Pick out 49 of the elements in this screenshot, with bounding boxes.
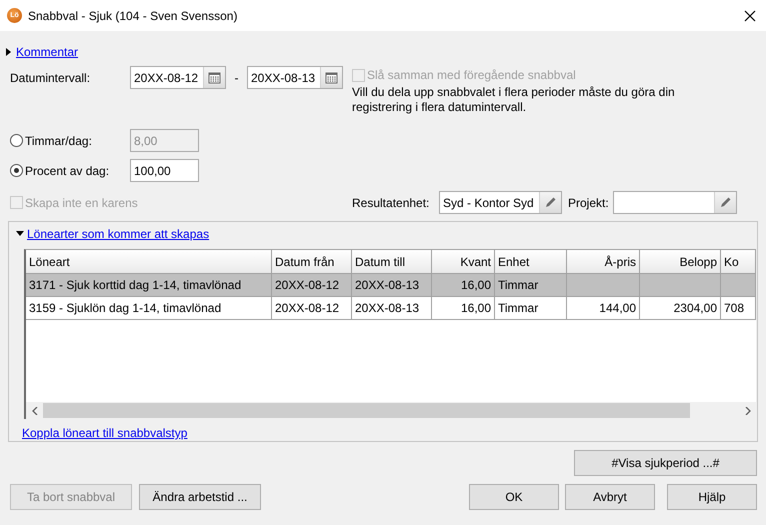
table-cell: Timmar (498, 301, 538, 315)
quantity-field[interactable]: 100,00 (130, 159, 199, 182)
table-cell: 708 (724, 301, 744, 315)
table-row[interactable]: 3171 - Sjuk korttid dag 1-14, timavlönad 20XX-08-12 20XX-08-13 16,00 Timmar (26, 274, 756, 297)
project-label: Projekt: (567, 196, 610, 210)
scrollbar-thumb[interactable] (43, 403, 690, 418)
horizontal-scrollbar[interactable] (26, 402, 756, 419)
date-separator: - (234, 70, 240, 84)
radio-label: Timmar/dag: (25, 134, 92, 148)
merge-label: Slå samman med föregående snabbval (367, 68, 576, 82)
comment-link[interactable]: Kommentar (16, 45, 78, 59)
date-interval-label: Datumintervall: (10, 70, 92, 84)
table-cell: 2304,00 (674, 301, 717, 315)
sick-period-button[interactable]: #Visa sjukperiod ...# (574, 450, 757, 476)
table-cell: 144,00 (599, 301, 636, 315)
pencil-icon (719, 196, 732, 209)
karens-label: Skapa inte en karens (25, 196, 138, 210)
calendar-icon (208, 71, 221, 84)
dialog-button[interactable]: Hjälp (667, 484, 757, 510)
dialog-button[interactable]: OK (469, 484, 559, 510)
project-field[interactable] (613, 191, 737, 214)
pencil-icon (544, 196, 557, 209)
table-cell: 3171 - Sjuk korttid dag 1-14, timavlönad (29, 278, 242, 292)
table-cell: 3159 - Sjuklön dag 1-14, timavlönad (29, 301, 222, 315)
collapse-triangle-icon[interactable] (16, 230, 24, 238)
calendar-icon (325, 71, 338, 84)
table-cell: 20XX-08-12 (275, 301, 340, 315)
salary-types-link[interactable]: Lönearter som kommer att skapas (27, 227, 210, 241)
expand-triangle-icon[interactable] (5, 48, 13, 56)
radio-label: Procent av dag: (25, 164, 110, 178)
table-cell: 16,00 (460, 278, 491, 292)
info-text: Vill du dela upp snabbvalet i flera perioder måste du göra din registrering i flera datumintervall. (352, 85, 676, 115)
table-cell: Timmar (498, 278, 538, 292)
close-button[interactable] (742, 8, 758, 24)
radio-button[interactable] (10, 164, 23, 177)
table-cell: 20XX-08-12 (275, 278, 340, 292)
result-unit-label: Resultatenhet: (352, 196, 430, 210)
window-title: Snabbval - Sjuk (104 - Sven Svensson) (28, 8, 238, 22)
connect-salary-type-link[interactable]: Koppla löneart till snabbvalstyp (22, 426, 188, 440)
dialog-button[interactable]: Avbryt (565, 484, 655, 510)
date-to-field[interactable]: 20XX-08-13 (247, 66, 343, 89)
table-cell: 16,00 (460, 301, 491, 315)
radio-button[interactable] (10, 134, 23, 147)
table-row[interactable]: 3159 - Sjuklön dag 1-14, timavlönad 20XX-08-12 20XX-08-13 16,00 Timmar 144,00 2304,00 708 (26, 297, 756, 320)
table-cell: 20XX-08-13 (355, 278, 420, 292)
table-cell: 20XX-08-13 (355, 301, 420, 315)
action-button[interactable]: Ändra arbetstid ... (139, 484, 261, 510)
result-unit-field[interactable]: Syd - Kontor Syd (439, 191, 562, 214)
date-from-field[interactable]: 20XX-08-12 (130, 66, 226, 89)
